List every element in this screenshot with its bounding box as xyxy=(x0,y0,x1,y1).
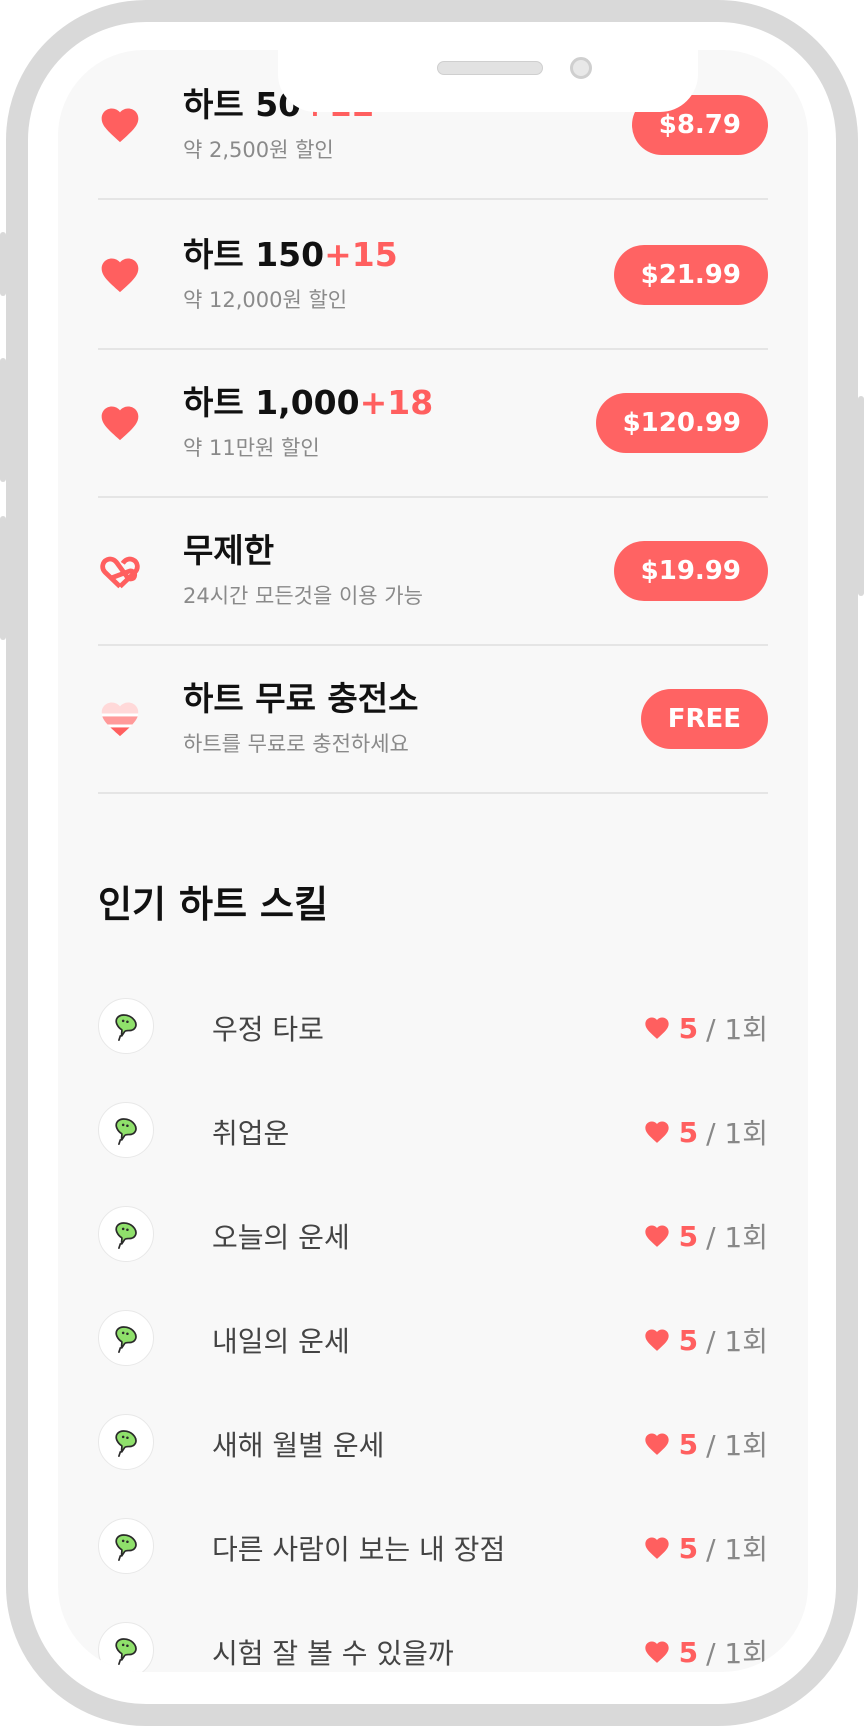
skill-cost-value: 5 xyxy=(678,1011,699,1045)
price-button[interactable]: $21.99 xyxy=(613,245,768,305)
leaf-character-icon xyxy=(98,1102,154,1158)
skill-cost-value: 5 xyxy=(678,1427,699,1461)
skill-cost-unit: / 1회 xyxy=(706,1117,768,1150)
product-title: 하트 무료 충전소 xyxy=(183,679,419,718)
heart-icon xyxy=(98,253,142,297)
app-screen: 하트 50+12 약 2,500원 할인 $8.79 하트 150+15 약 1… xyxy=(58,50,808,1672)
camera xyxy=(570,57,592,79)
skill-cost-unit: / 1회 xyxy=(706,1325,768,1358)
product-subtitle: 약 12,000원 할인 xyxy=(183,288,348,312)
skill-cost: 5 / 1회 xyxy=(643,1216,768,1256)
skill-cost: 5 / 1회 xyxy=(643,1008,768,1048)
skill-cost: 5 / 1회 xyxy=(643,1528,768,1568)
leaf-character-icon xyxy=(98,1518,154,1574)
product-row[interactable]: 하트 150+15 약 12,000원 할인 $21.99 xyxy=(98,202,768,350)
skill-cost-unit: / 1회 xyxy=(706,1013,768,1046)
skill-cost-value: 5 xyxy=(678,1219,699,1253)
skill-row[interactable]: 시험 잘 볼 수 있을까 5 / 1회 xyxy=(98,1620,768,1672)
skill-cost-value: 5 xyxy=(678,1115,699,1149)
heart-icon xyxy=(644,1329,669,1351)
skill-cost-unit: / 1회 xyxy=(706,1429,768,1462)
skill-name: 오늘의 운세 xyxy=(212,1221,350,1254)
skill-cost-unit: / 1회 xyxy=(706,1221,768,1254)
product-row[interactable]: 무제한 24시간 모든것을 이용 가능 $19.99 xyxy=(98,498,768,646)
skill-cost: 5 / 1회 xyxy=(643,1320,768,1360)
skill-cost: 5 / 1회 xyxy=(643,1424,768,1464)
skill-cost-unit: / 1회 xyxy=(706,1533,768,1566)
heart-icon xyxy=(644,1121,669,1143)
product-subtitle: 24시간 모든것을 이용 가능 xyxy=(183,584,423,608)
heart-icon xyxy=(98,103,142,147)
heart-icon xyxy=(644,1537,669,1559)
heart-icon xyxy=(644,1433,669,1455)
notch xyxy=(278,50,698,112)
leaf-character-icon xyxy=(98,1206,154,1262)
product-title: 무제한 xyxy=(183,531,275,570)
infinity-heart-icon xyxy=(98,549,142,593)
section-title: 인기 하트 스킬 xyxy=(98,883,329,926)
skill-cost: 5 / 1회 xyxy=(643,1112,768,1152)
heart-icon xyxy=(644,1017,669,1039)
skill-name: 새해 월별 운세 xyxy=(212,1429,385,1462)
skill-cost-value: 5 xyxy=(678,1531,699,1565)
skill-name: 다른 사람이 보는 내 장점 xyxy=(212,1533,506,1566)
leaf-character-icon xyxy=(98,998,154,1054)
skill-cost-unit: / 1회 xyxy=(706,1637,768,1670)
skill-cost-value: 5 xyxy=(678,1635,699,1669)
skill-row[interactable]: 취업운 5 / 1회 xyxy=(98,1100,768,1160)
side-button xyxy=(0,358,6,482)
skill-name: 우정 타로 xyxy=(212,1013,324,1046)
heart-icon xyxy=(98,401,142,445)
product-title: 하트 150+15 xyxy=(183,235,398,274)
speaker xyxy=(437,61,543,75)
price-button[interactable]: $19.99 xyxy=(613,541,768,601)
skill-row[interactable]: 우정 타로 5 / 1회 xyxy=(98,996,768,1056)
striped-heart-icon xyxy=(98,697,142,741)
side-button xyxy=(0,516,6,640)
heart-icon xyxy=(644,1225,669,1247)
product-subtitle: 약 2,500원 할인 xyxy=(183,138,334,162)
product-subtitle: 약 11만원 할인 xyxy=(183,436,320,460)
skill-name: 내일의 운세 xyxy=(212,1325,350,1358)
skill-cost-value: 5 xyxy=(678,1323,699,1357)
skill-name: 취업운 xyxy=(212,1117,290,1150)
product-subtitle: 하트를 무료로 충전하세요 xyxy=(183,732,409,756)
side-button xyxy=(0,232,6,296)
leaf-character-icon xyxy=(98,1310,154,1366)
skill-row[interactable]: 내일의 운세 5 / 1회 xyxy=(98,1308,768,1368)
skill-cost: 5 / 1회 xyxy=(643,1632,768,1672)
leaf-character-icon xyxy=(98,1414,154,1470)
leaf-character-icon xyxy=(98,1622,154,1672)
skill-name: 시험 잘 볼 수 있을까 xyxy=(212,1637,454,1670)
skill-row[interactable]: 새해 월별 운세 5 / 1회 xyxy=(98,1412,768,1472)
product-row[interactable]: 하트 1,000+18 약 11만원 할인 $120.99 xyxy=(98,350,768,498)
side-button xyxy=(858,396,864,596)
product-title: 하트 1,000+18 xyxy=(183,383,434,422)
heart-icon xyxy=(644,1641,669,1663)
skill-row[interactable]: 다른 사람이 보는 내 장점 5 / 1회 xyxy=(98,1516,768,1576)
free-button[interactable]: FREE xyxy=(640,689,768,749)
product-row[interactable]: 하트 무료 충전소 하트를 무료로 충전하세요 FREE xyxy=(98,646,768,794)
price-button[interactable]: $120.99 xyxy=(595,393,768,453)
skill-row[interactable]: 오늘의 운세 5 / 1회 xyxy=(98,1204,768,1264)
